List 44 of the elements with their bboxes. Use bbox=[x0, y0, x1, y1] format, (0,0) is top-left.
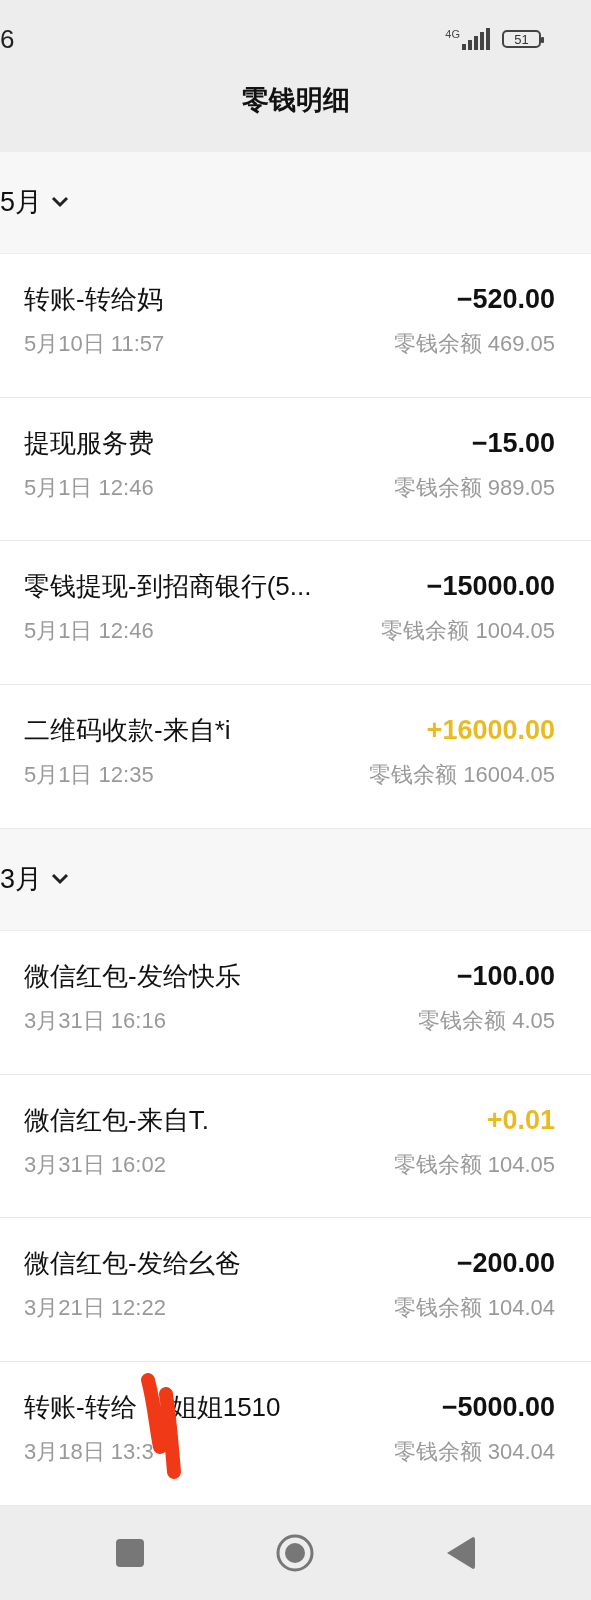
transaction-time: 3月31日 16:02 bbox=[24, 1150, 166, 1179]
battery-icon: 51 bbox=[502, 30, 541, 48]
transaction-title: 转账-转给 bbox=[24, 1391, 137, 1425]
transaction-amount: −520.00 bbox=[456, 283, 555, 315]
transaction-time: 3月18日 13:3 bbox=[24, 1438, 154, 1467]
transaction-time: 5月10日 11:57 bbox=[24, 329, 165, 358]
month-label[interactable]: 3月 bbox=[0, 861, 43, 898]
transaction-title: 微信红包-发给幺爸 bbox=[24, 1247, 241, 1281]
transaction-title: 微信红包-发给快乐 bbox=[24, 959, 241, 993]
chevron-down-icon[interactable] bbox=[50, 195, 71, 210]
transaction-title: 微信红包-来自T. bbox=[24, 1103, 209, 1137]
balance-text: 零钱余额 104.04 bbox=[393, 1294, 555, 1323]
transaction-title: 提现服务费 bbox=[24, 426, 154, 460]
transaction-title: 零钱提现-到招商银行(5... bbox=[24, 570, 312, 604]
balance-text: 零钱余额 16004.05 bbox=[369, 761, 555, 790]
transaction-time: 3月21日 12:22 bbox=[24, 1294, 166, 1323]
transaction-amount: −15000.00 bbox=[426, 571, 555, 603]
transaction-amount: +16000.00 bbox=[426, 715, 555, 747]
chevron-down-icon[interactable] bbox=[50, 872, 71, 887]
transaction-amount: −15.00 bbox=[471, 427, 555, 459]
home-icon[interactable] bbox=[276, 1534, 315, 1572]
balance-text: 零钱余额 469.05 bbox=[393, 329, 555, 358]
page-title: 零钱明细 bbox=[240, 84, 351, 117]
transaction-amount: +0.01 bbox=[486, 1104, 555, 1136]
month-label[interactable]: 5月 bbox=[0, 184, 43, 221]
transaction-time: 3月31日 16:16 bbox=[24, 1006, 166, 1035]
balance-text: 零钱余额 4.05 bbox=[418, 1006, 555, 1035]
transaction-time: 5月1日 12:46 bbox=[24, 473, 154, 502]
transaction-time: 5月1日 12:35 bbox=[24, 761, 154, 790]
transaction-amount: −100.00 bbox=[456, 960, 555, 992]
balance-text: 零钱余额 1004.05 bbox=[381, 617, 555, 646]
balance-text: 零钱余额 989.05 bbox=[393, 473, 555, 502]
transaction-amount: −200.00 bbox=[456, 1248, 555, 1280]
transaction-amount: −5000.00 bbox=[441, 1392, 555, 1424]
transaction-title: 二维码收款-来自*i bbox=[24, 714, 231, 748]
balance-text: 零钱余额 104.05 bbox=[393, 1150, 555, 1179]
back-icon[interactable] bbox=[446, 1537, 475, 1569]
signal-icon bbox=[462, 28, 492, 50]
transaction-time: 5月1日 12:46 bbox=[24, 617, 154, 646]
network-type: 4G bbox=[445, 29, 460, 40]
transaction-title: 转账-转给妈 bbox=[24, 282, 163, 316]
balance-text: 零钱余额 304.04 bbox=[393, 1438, 555, 1467]
status-time: 6 bbox=[0, 23, 15, 55]
recents-icon[interactable] bbox=[116, 1539, 145, 1567]
